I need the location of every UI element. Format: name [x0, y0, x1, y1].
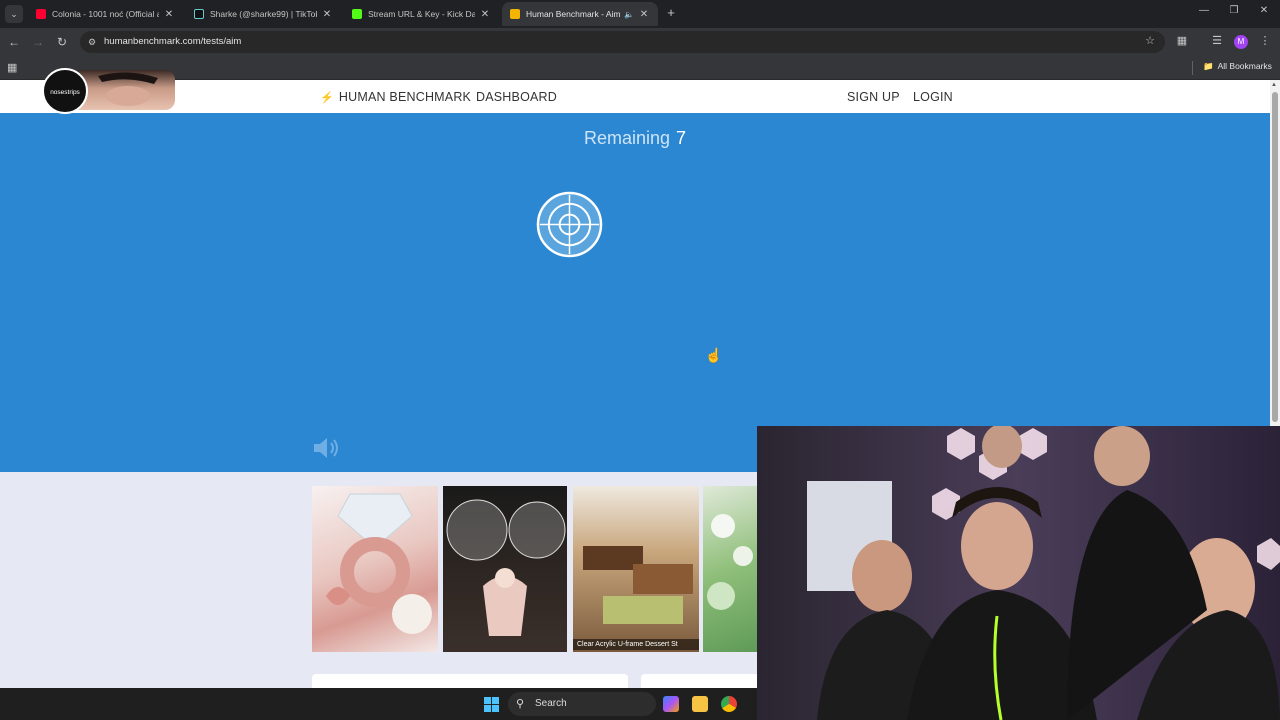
tab-kick[interactable]: Stream URL & Key - Kick Dashb ✕: [344, 2, 499, 26]
streamer-overlay: nosestrips: [42, 68, 175, 114]
profile-avatar[interactable]: M: [1234, 35, 1248, 49]
new-tab-icon[interactable]: +: [664, 6, 678, 20]
chrome-icon[interactable]: [721, 696, 737, 712]
bookmarks-bar: ▦ 📁 All Bookmarks: [0, 56, 1280, 80]
file-explorer-icon[interactable]: [692, 696, 708, 712]
scroll-up-icon[interactable]: ▲: [1271, 82, 1277, 88]
ad-balloon-garland[interactable]: [703, 486, 757, 652]
scroll-thumb[interactable]: [1272, 92, 1278, 422]
ring-balloon-image: [326, 493, 432, 634]
brand-label: HUMAN BENCHMARK: [338, 90, 472, 104]
tab-tiktok[interactable]: Sharke (@sharke99) | TikTok ✕: [186, 2, 341, 26]
bubble-balloon-image: [446, 499, 566, 636]
minimize-icon[interactable]: —: [1197, 5, 1211, 16]
aim-test-area[interactable]: Remaining 7 ☝: [0, 113, 1270, 472]
search-icon: ⚲: [516, 698, 525, 710]
reload-icon[interactable]: ↻: [54, 34, 70, 50]
browser-toolbar: ← → ↻ ⚙ humanbenchmark.com/tests/aim ☆ ▦…: [0, 28, 1280, 56]
close-icon[interactable]: ✕: [479, 9, 491, 20]
face-closeup-image: [98, 72, 158, 106]
hand-cursor-icon: ☝: [705, 347, 723, 363]
windows-start-icon[interactable]: [484, 697, 499, 712]
webcam-people-image: [757, 426, 1280, 720]
ad-dessert-stand[interactable]: Clear Acrylic U-frame Dessert St: [573, 486, 699, 652]
all-bookmarks-label: All Bookmarks: [1217, 61, 1272, 71]
taskbar-search[interactable]: ⚲ Search: [508, 692, 656, 716]
lightning-icon: ⚡: [320, 92, 334, 104]
window-close-icon[interactable]: ✕: [1257, 5, 1271, 16]
brand-link[interactable]: ⚡ HUMAN BENCHMARK: [320, 90, 471, 104]
nosestrips-logo: nosestrips: [42, 68, 88, 114]
speaker-icon[interactable]: 🔈: [624, 10, 634, 19]
login-link[interactable]: LOGIN: [913, 90, 953, 104]
bookmarks-divider: [1192, 61, 1193, 75]
tab-colonia[interactable]: Colonia - 1001 noć (Official au ✕: [28, 2, 183, 26]
tab-title: Sharke (@sharke99) | TikTok: [210, 9, 317, 19]
dessert-stand-image: [583, 546, 693, 624]
menu-icon[interactable]: ⋮: [1257, 34, 1273, 47]
content-card: [312, 674, 628, 688]
all-bookmarks-button[interactable]: 📁 All Bookmarks: [1203, 61, 1272, 72]
kick-icon: [352, 9, 362, 19]
sound-icon[interactable]: [312, 435, 344, 461]
browser-tab-strip: ⌄ Colonia - 1001 noć (Official au ✕ Shar…: [0, 0, 1280, 28]
ad-caption: Clear Acrylic U-frame Dessert St: [573, 639, 699, 650]
remaining-label: Remaining: [583, 128, 671, 148]
apps-grid-icon[interactable]: ▦: [7, 61, 17, 74]
tab-title: Human Benchmark - Aim Tr: [526, 9, 621, 19]
search-label: Search: [535, 698, 567, 709]
remaining-counter: Remaining 7: [0, 128, 1270, 149]
bookmark-star-icon[interactable]: ☆: [1145, 34, 1155, 47]
logo-text: nosestrips: [50, 89, 80, 96]
ad-bubble-balloons[interactable]: [443, 486, 567, 652]
site-info-icon[interactable]: ⚙: [86, 36, 98, 48]
address-bar[interactable]: ⚙ humanbenchmark.com/tests/aim ☆: [80, 31, 1165, 53]
close-icon[interactable]: ✕: [638, 9, 650, 20]
close-icon[interactable]: ✕: [163, 9, 175, 20]
url-text[interactable]: humanbenchmark.com/tests/aim: [104, 36, 241, 47]
site-navbar: ⚡ HUMAN BENCHMARK DASHBOARD SIGN UP LOGIN: [0, 80, 1270, 113]
forward-icon[interactable]: →: [30, 34, 46, 50]
dashboard-link[interactable]: DASHBOARD: [476, 90, 557, 104]
overlay-camera-image: [78, 70, 175, 110]
tiktok-icon: [194, 9, 204, 19]
content-card: [641, 674, 771, 688]
back-icon[interactable]: ←: [6, 34, 22, 50]
human-benchmark-icon: [510, 9, 520, 19]
media-control-icon[interactable]: ☰: [1209, 34, 1225, 47]
webcam-feed: [757, 426, 1280, 720]
copilot-icon[interactable]: [663, 696, 679, 712]
ad-ring-balloons[interactable]: [312, 486, 438, 652]
balloon-garland-image: [707, 514, 753, 610]
tab-title: Stream URL & Key - Kick Dashb: [368, 9, 475, 19]
aim-target[interactable]: [536, 191, 603, 258]
remaining-count: 7: [676, 128, 687, 148]
close-icon[interactable]: ✕: [321, 9, 333, 20]
folder-icon: 📁: [1203, 61, 1214, 71]
youtube-icon: [36, 9, 46, 19]
restore-icon[interactable]: ❐: [1227, 5, 1241, 16]
tab-human-benchmark[interactable]: Human Benchmark - Aim Tr 🔈 ✕: [502, 2, 658, 26]
extensions-icon[interactable]: ▦: [1174, 34, 1190, 47]
tab-title: Colonia - 1001 noć (Official au: [52, 9, 159, 19]
tab-search-icon[interactable]: ⌄: [5, 5, 23, 23]
windows-taskbar: ⚲ Search: [0, 688, 757, 720]
signup-link[interactable]: SIGN UP: [847, 90, 900, 104]
